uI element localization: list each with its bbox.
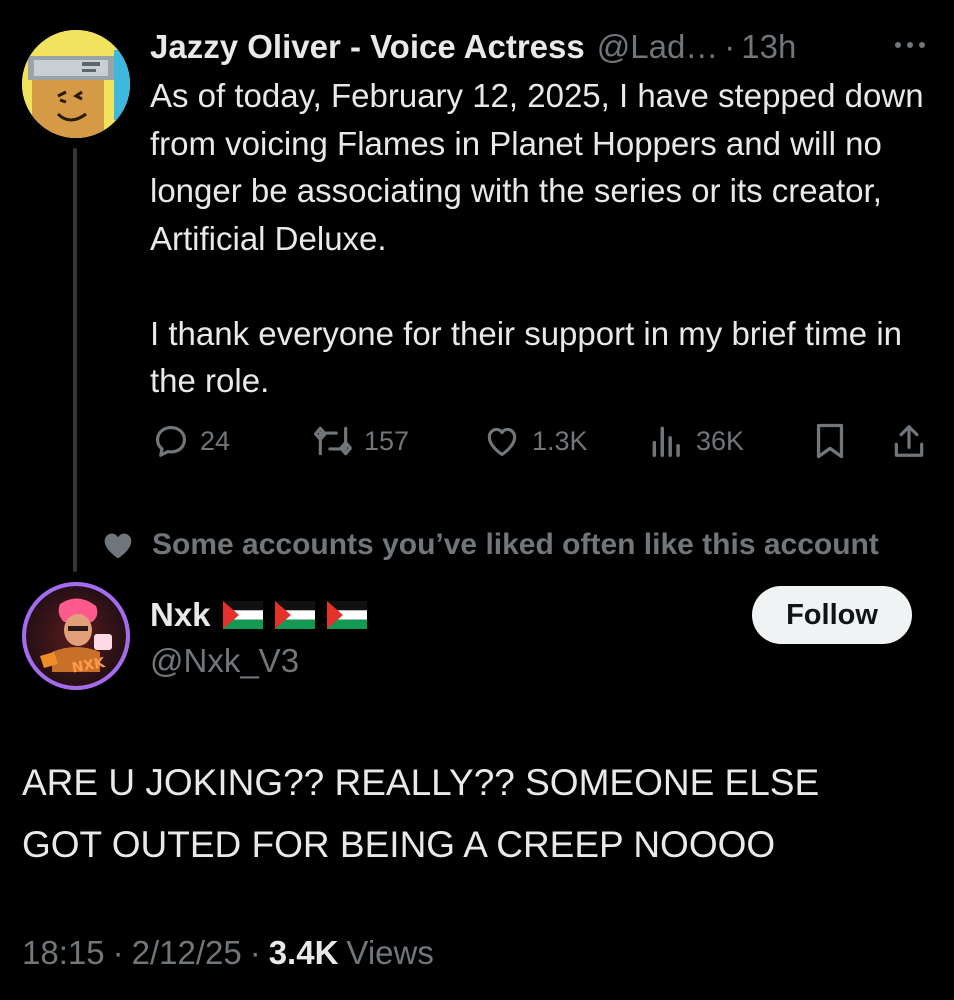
author-handle[interactable]: @Lad… [597, 28, 719, 66]
tweet-paragraph: As of today, February 12, 2025, I have s… [150, 77, 924, 257]
reply-author-name[interactable]: Nxk [150, 596, 211, 634]
bookmark-button[interactable] [812, 418, 848, 464]
author-name[interactable]: Jazzy Oliver - Voice Actress [150, 28, 585, 66]
like-count: 1.3K [532, 425, 588, 456]
repost-icon [314, 426, 352, 456]
thread-line [73, 148, 77, 572]
reply-avatar[interactable]: NXK [22, 582, 130, 690]
share-button[interactable] [890, 418, 928, 464]
reply-icon [155, 425, 187, 457]
dot-separator: · [112, 934, 124, 971]
follow-button[interactable]: Follow [752, 586, 912, 644]
social-context: Some accounts you’ve liked often like th… [102, 524, 879, 566]
views-button[interactable]: 36K [648, 418, 744, 464]
tweet-actions: 24 157 1.3K 36K [150, 418, 930, 464]
social-context-text: Some accounts you’ve liked often like th… [152, 528, 879, 561]
more-icon[interactable] [892, 30, 928, 60]
like-icon [487, 427, 517, 457]
reply-text-line: ARE U JOKING?? REALLY?? SOMEONE ELSE [22, 762, 820, 803]
reply-handle[interactable]: @Nxk_V3 [150, 638, 299, 684]
avatar-illustration [22, 30, 130, 138]
reply-count: 24 [200, 425, 231, 456]
palestine-flag-icon [274, 601, 315, 629]
reply-text-line: GOT OUTED FOR BEING A CREEP NOOOO [22, 824, 776, 865]
like-button[interactable]: 1.3K [482, 418, 588, 464]
avatar-illustration: NXK [22, 582, 130, 690]
tweet-paragraph: I thank everyone for their support in my… [150, 314, 903, 400]
views-icon [652, 426, 680, 457]
reply-views-label: Views [346, 934, 434, 971]
bookmark-icon [816, 423, 844, 459]
repost-count: 157 [364, 425, 410, 456]
reply-views-count[interactable]: 3.4K [269, 934, 339, 972]
views-count: 36K [696, 425, 745, 456]
heart-icon [104, 533, 132, 559]
reply-date[interactable]: 2/12/25 [132, 934, 242, 972]
tweet-text: As of today, February 12, 2025, I have s… [150, 72, 940, 405]
author-avatar[interactable] [22, 30, 130, 138]
tweet-time[interactable]: 13h [741, 28, 796, 66]
share-icon [894, 425, 924, 457]
tweet-header: Jazzy Oliver - Voice Actress @Lad… · 13h [150, 24, 796, 70]
palestine-flag-icon [222, 601, 263, 629]
reply-button[interactable]: 24 [152, 418, 230, 464]
reply-name-row: Nxk [150, 592, 367, 638]
reply-text: ARE U JOKING?? REALLY?? SOMEONE ELSE GOT… [22, 752, 922, 876]
reply-time[interactable]: 18:15 [22, 934, 105, 972]
palestine-flag-icon [326, 601, 367, 629]
dot-separator: · [249, 934, 261, 971]
reply-metadata: 18:15 · 2/12/25 · 3.4K Views [22, 928, 434, 978]
repost-button[interactable]: 157 [312, 418, 409, 464]
dot-separator: · [724, 28, 736, 65]
